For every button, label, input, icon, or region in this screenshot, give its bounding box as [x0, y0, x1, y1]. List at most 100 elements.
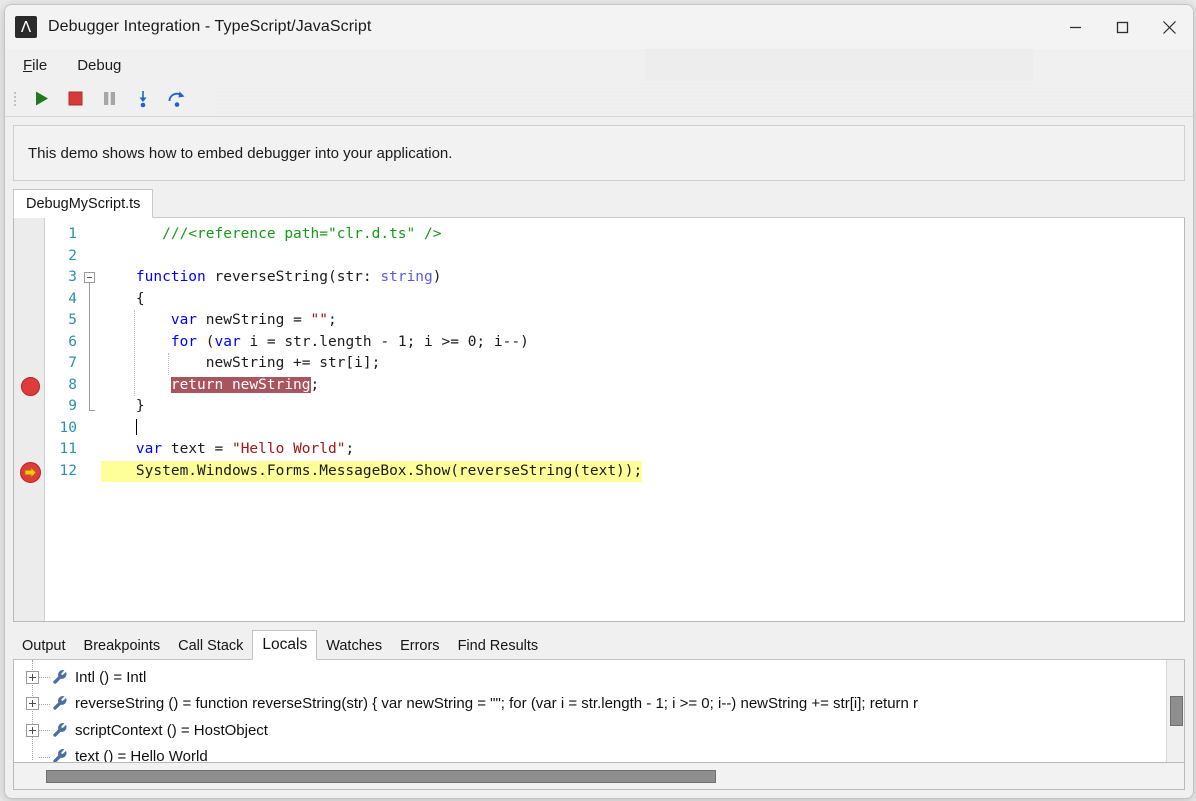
locals-tree[interactable]: Intl () = Intl reverseString () = functio… [13, 660, 1185, 763]
code-line[interactable]: var newString = ""; [101, 310, 1184, 332]
code-line[interactable]: newString += str[i]; [101, 353, 1184, 375]
minimize-button[interactable] [1052, 5, 1099, 49]
code-token: ; [310, 376, 320, 393]
fold-margin[interactable] [79, 218, 101, 621]
code-token: var [135, 441, 163, 457]
lambda-app-icon: Λ [15, 16, 37, 38]
line-number: 6 [68, 333, 77, 350]
app-window: Λ Debugger Integration - TypeScript/Java… [4, 4, 1194, 799]
line-number: 4 [68, 290, 77, 307]
code-line-wrap: System.Windows.Forms.MessageBox.Show(rev… [101, 460, 1184, 482]
run-button[interactable] [24, 84, 58, 114]
locals-tree-row[interactable]: text () = Hello World [18, 744, 1184, 762]
breakpoint-gutter[interactable] [14, 218, 45, 621]
indent-guide [168, 353, 170, 375]
fold-range-foot [89, 410, 95, 411]
locals-vertical-scrollbar[interactable] [1166, 660, 1184, 762]
code-line[interactable]: return newString; [101, 375, 1184, 397]
locals-tree-rows: Intl () = Intl reverseString () = functio… [14, 660, 1184, 762]
code-token: text = [162, 441, 232, 457]
line-number: 1 [68, 226, 77, 242]
code-token: ///<reference path="clr.d.ts" /> [162, 226, 442, 242]
bottom-tab-breakpoints[interactable]: Breakpoints [75, 633, 170, 659]
wrench-icon-wrap [50, 696, 70, 711]
code-token: "Hello World" [231, 441, 346, 457]
bottom-tab-watches[interactable]: Watches [317, 633, 391, 659]
wrench-icon-wrap [50, 722, 70, 738]
menu-item-debug[interactable]: Debug [77, 57, 121, 74]
code-token: { [101, 290, 145, 307]
code-token: return newString [170, 376, 311, 393]
code-line[interactable]: for (var i = str.length - 1; i >= 0; i--… [101, 332, 1184, 354]
locals-row-label: reverseString () = function reverseStrin… [75, 695, 919, 713]
bottom-tab-label: Watches [326, 638, 383, 654]
bottom-tab-locals[interactable]: Locals [252, 630, 318, 660]
locals-tree-row[interactable]: reverseString () = function reverseStrin… [18, 691, 1184, 718]
menu-bar: File Debug [5, 49, 1193, 81]
fold-collapse-box[interactable] [84, 272, 95, 283]
locals-row-label: scriptContext () = HostObject [75, 721, 268, 739]
expand-icon[interactable] [26, 697, 39, 711]
code-token: System.Windows.Forms.MessageBox.Show(rev… [101, 462, 643, 479]
locals-tree-row[interactable]: scriptContext () = HostObject [18, 717, 1184, 744]
bottom-tab-find-results[interactable]: Find Results [449, 633, 548, 659]
step-over-button[interactable] [160, 84, 194, 114]
code-line[interactable]: { [101, 289, 1184, 311]
menu-item-file[interactable]: File [23, 57, 47, 74]
wrench-icon-wrap [50, 669, 70, 685]
locals-row-label: Intl () = Intl [75, 668, 147, 686]
code-token: for [170, 333, 198, 350]
code-line[interactable] [101, 246, 1184, 268]
locals-tree-row[interactable]: Intl () = Intl [18, 664, 1184, 691]
bottom-tab-output[interactable]: Output [13, 633, 75, 659]
expand-icon[interactable] [26, 723, 39, 737]
code-line[interactable]: System.Windows.Forms.MessageBox.Show(rev… [101, 460, 643, 482]
stop-button[interactable] [58, 84, 92, 114]
code-token: ; [345, 441, 355, 457]
line-number: 12 [59, 462, 77, 479]
pause-button[interactable] [92, 84, 126, 114]
tree-connector [39, 703, 50, 705]
bottom-panel-tabs: Output Breakpoints Call Stack Locals Watches… [13, 630, 1185, 660]
window-title: Debugger Integration - TypeScript/JavaSc… [48, 18, 372, 35]
line-number: 5 [68, 312, 77, 328]
code-line[interactable]: } [101, 396, 1184, 418]
current-statement-marker[interactable] [20, 461, 41, 483]
code-line[interactable] [101, 418, 1184, 440]
bottom-tab-errors[interactable]: Errors [391, 633, 448, 659]
expand-icon[interactable] [26, 670, 39, 684]
bottom-tab-call-stack[interactable]: Call Stack [169, 633, 252, 659]
description-banner: This demo shows how to embed debugger in… [13, 125, 1185, 181]
code-editor[interactable]: 1 2 3 4 5 6 7 8 9 10 11 12 ///<reference path="clr.… [13, 218, 1185, 622]
breakpoint-marker[interactable] [21, 376, 40, 396]
locals-vertical-scroll-thumb[interactable] [1170, 696, 1183, 726]
bottom-tab-label: Breakpoints [83, 638, 161, 654]
toolbar-grip[interactable] [12, 89, 19, 108]
code-text-area[interactable]: ///<reference path="clr.d.ts" /> functio… [101, 218, 1184, 621]
bottom-tab-label: Call Stack [178, 638, 244, 654]
wrench-icon [52, 749, 66, 762]
file-tab-debugmyscript[interactable]: DebugMyScript.ts [13, 189, 154, 218]
locals-horizontal-scrollbar[interactable] [13, 763, 1185, 790]
code-token: ( [197, 333, 215, 350]
tree-connector [39, 677, 50, 679]
tree-connector [39, 756, 50, 758]
code-line[interactable]: var text = "Hello World"; [101, 439, 1184, 461]
line-number: 7 [68, 355, 77, 371]
line-number: 8 [68, 376, 77, 393]
close-button[interactable] [1146, 5, 1193, 49]
maximize-button[interactable] [1099, 5, 1146, 49]
code-line[interactable]: function reverseString(str: string) [101, 267, 1184, 289]
step-over-icon [168, 91, 185, 107]
code-line[interactable]: ///<reference path="clr.d.ts" /> [101, 224, 1184, 246]
bottom-tab-label: Errors [400, 638, 440, 654]
line-number: 3 [68, 269, 77, 285]
stop-icon [68, 91, 82, 106]
locals-horizontal-scroll-thumb[interactable] [46, 769, 716, 783]
step-into-button[interactable] [126, 84, 160, 114]
current-statement-arrow-icon [24, 466, 37, 478]
step-into-icon [139, 90, 147, 107]
